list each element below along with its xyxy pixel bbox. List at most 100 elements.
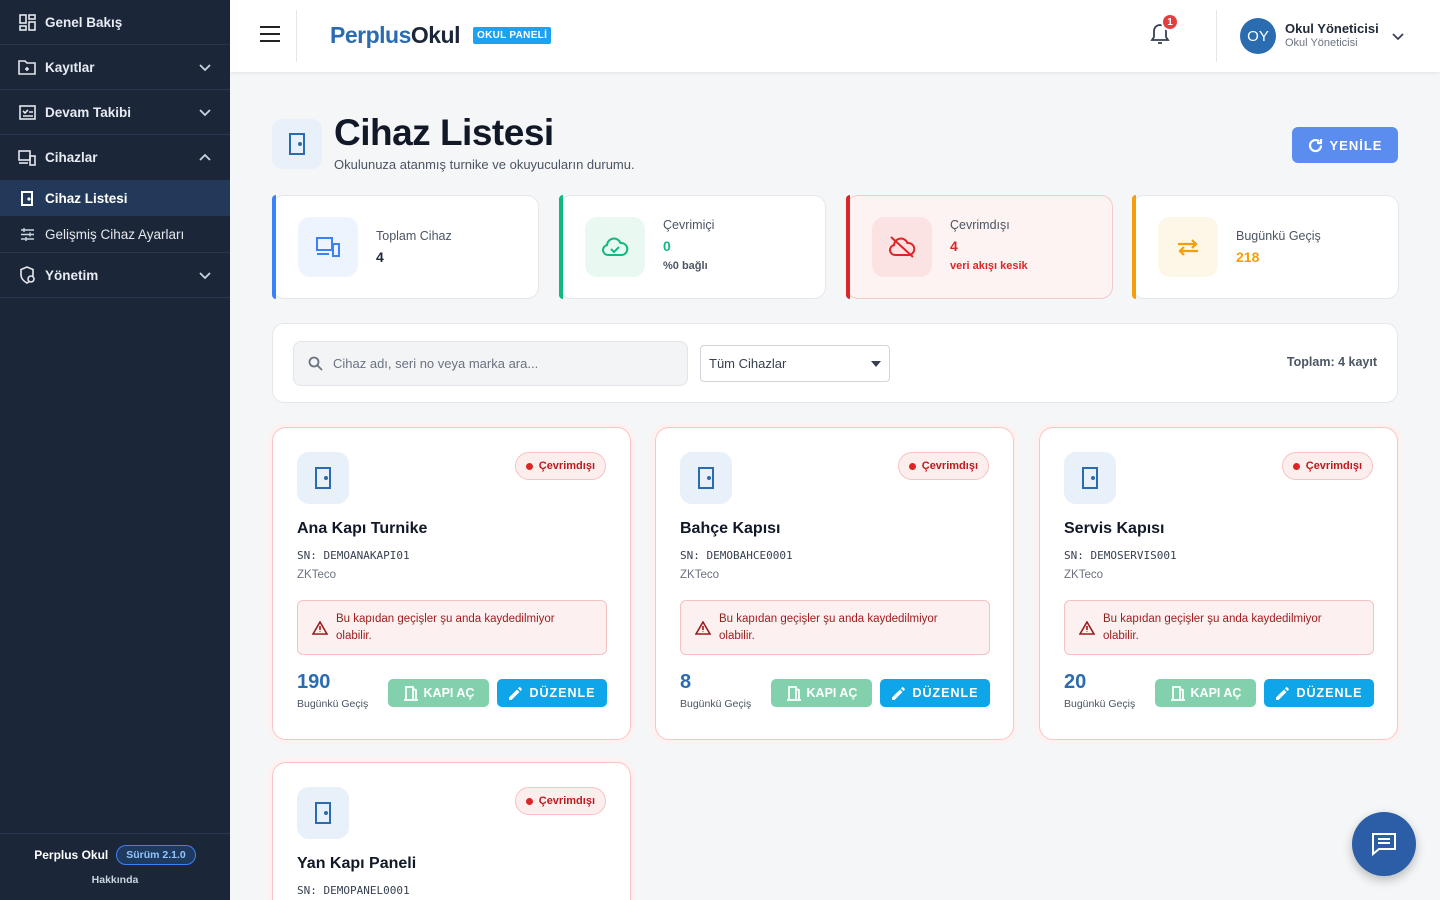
pencil-icon	[1276, 686, 1290, 700]
open-door-button[interactable]: KAPI AÇ	[771, 679, 872, 707]
stat-value: 4	[950, 238, 958, 254]
caret-down-icon	[871, 360, 881, 367]
door-open-icon	[786, 685, 801, 701]
device-brand: ZKTeco	[1064, 569, 1103, 581]
admin-icon	[18, 266, 36, 284]
sidebar-item-kayitlar[interactable]: Kayıtlar	[0, 45, 230, 90]
stat-cevrimdisi: Çevrimdışı 4 veri akışı kesik	[846, 195, 1113, 299]
stat-note: %0 bağlı	[663, 260, 708, 272]
select-value: Tüm Cihazlar	[709, 356, 787, 371]
door-icon	[297, 452, 349, 504]
chevron-down-icon	[1392, 33, 1404, 41]
cloud-off-icon	[872, 217, 932, 277]
cihazlar-submenu: Cihaz Listesi Gelişmiş Cihaz Ayarları	[0, 180, 230, 253]
divider	[1216, 10, 1217, 62]
offline-warning: Bu kapıdan geçişler şu anda kaydedilmiyo…	[1064, 600, 1374, 655]
sidebar-item-cihazlar[interactable]: Cihazlar	[0, 135, 230, 180]
device-name: Bahçe Kapısı	[680, 520, 781, 537]
stat-bugunku-gecis: Bugünkü Geçiş 218	[1132, 195, 1399, 299]
stat-label: Çevrimdışı	[950, 218, 1010, 232]
stat-label: Çevrimiçi	[663, 218, 715, 232]
pencil-icon	[892, 686, 906, 700]
chevron-down-icon	[198, 268, 212, 282]
status-badge: Çevrimdışı	[897, 452, 989, 480]
app-name: Perplus Okul	[34, 848, 109, 862]
user-role: Okul Yöneticisi	[1285, 37, 1358, 50]
door-open-icon	[403, 685, 418, 701]
device-brand: ZKTeco	[297, 569, 336, 581]
refresh-button[interactable]: YENİLE	[1292, 127, 1398, 163]
menu-toggle-button[interactable]	[260, 26, 280, 44]
edit-button[interactable]: DÜZENLE	[497, 679, 607, 707]
offline-warning: Bu kapıdan geçişler şu anda kaydedilmiyo…	[297, 600, 607, 655]
stat-value: 0	[663, 238, 671, 254]
notification-count: 1	[1161, 13, 1179, 31]
today-pass-count: 190	[297, 671, 331, 693]
device-serial: SN: DEMOPANEL0001	[297, 884, 410, 897]
folder-icon	[18, 58, 36, 76]
status-badge: Çevrimdışı	[514, 787, 606, 815]
sidebar-item-label: Cihazlar	[45, 150, 98, 165]
door-icon	[18, 189, 36, 207]
today-pass-label: Bugünkü Geçiş	[680, 698, 752, 710]
devices-icon	[298, 217, 358, 277]
door-icon	[680, 452, 732, 504]
user-menu[interactable]: OY Okul Yöneticisi Okul Yöneticisi	[1240, 18, 1405, 54]
edit-button[interactable]: DÜZENLE	[1264, 679, 1374, 707]
sidebar: Genel Bakış Kayıtlar Devam Takibi Cihazl…	[0, 0, 230, 900]
door-open-icon	[1170, 685, 1185, 701]
sidebar-item-yonetim[interactable]: Yönetim	[0, 253, 230, 298]
sidebar-item-label: Devam Takibi	[45, 104, 132, 120]
logo[interactable]: PerplusOkul	[330, 22, 461, 49]
stat-toplam-cihaz: Toplam Cihaz 4	[272, 195, 539, 299]
filter-bar: Tüm Cihazlar Toplam: 4 kayıt	[272, 323, 1398, 403]
stat-value: 218	[1236, 249, 1260, 265]
chevron-up-icon	[198, 151, 212, 165]
sidebar-subitem-cihaz-listesi[interactable]: Cihaz Listesi	[0, 180, 230, 216]
today-pass-count: 20	[1064, 671, 1087, 693]
sidebar-item-label: Yönetim	[45, 267, 99, 283]
sidebar-subitem-gelismis-ayarlar[interactable]: Gelişmiş Cihaz Ayarları	[0, 216, 230, 252]
today-pass-label: Bugünkü Geçiş	[297, 698, 369, 710]
about-link[interactable]: Hakkında	[0, 874, 230, 886]
status-badge: Çevrimdışı	[514, 452, 606, 480]
cloud-check-icon	[585, 217, 645, 277]
search-box	[293, 341, 688, 386]
sidebar-item-label: Genel Bakış	[45, 14, 123, 30]
chevron-down-icon	[198, 105, 212, 119]
device-card: Çevrimdışı Bahçe Kapısı SN: DEMOBAHCE000…	[655, 427, 1014, 740]
device-serial: SN: DEMOBAHCE0001	[680, 549, 793, 562]
sidebar-item-label: Kayıtlar	[45, 59, 95, 75]
device-serial: SN: DEMOANAKAPI01	[297, 549, 410, 562]
sidebar-item-genel-bakis[interactable]: Genel Bakış	[0, 0, 230, 45]
panel-badge: OKUL PANELİ	[473, 27, 552, 44]
device-name: Servis Kapısı	[1064, 520, 1165, 537]
chat-button[interactable]	[1352, 812, 1416, 876]
warning-icon	[1079, 620, 1095, 635]
refresh-icon	[1308, 138, 1322, 152]
top-header: PerplusOkul OKUL PANELİ 1 OY Okul Yöneti…	[230, 0, 1440, 72]
search-input[interactable]	[333, 356, 663, 371]
chevron-down-icon	[198, 60, 212, 74]
dashboard-icon	[18, 13, 36, 31]
stat-cevrimici: Çevrimiçi 0 %0 bağlı	[559, 195, 826, 299]
page-subtitle: Okulunuza atanmış turnike ve okuyucuları…	[334, 157, 635, 172]
stat-label: Toplam Cihaz	[376, 229, 452, 243]
attendance-icon	[18, 103, 36, 121]
search-icon	[308, 356, 323, 371]
today-pass-label: Bugünkü Geçiş	[1064, 698, 1136, 710]
device-brand: ZKTeco	[680, 569, 719, 581]
device-filter-select[interactable]: Tüm Cihazlar	[700, 345, 890, 382]
total-count: Toplam: 4 kayıt	[1286, 355, 1377, 369]
stat-value: 4	[376, 249, 384, 265]
pencil-icon	[509, 686, 523, 700]
avatar: OY	[1240, 18, 1276, 54]
page-door-icon	[272, 119, 322, 169]
today-pass-count: 8	[680, 671, 692, 693]
open-door-button[interactable]: KAPI AÇ	[388, 679, 489, 707]
edit-button[interactable]: DÜZENLE	[880, 679, 990, 707]
swap-arrows-icon	[1158, 217, 1218, 277]
status-badge: Çevrimdışı	[1281, 452, 1373, 480]
open-door-button[interactable]: KAPI AÇ	[1155, 679, 1256, 707]
sidebar-item-devam-takibi[interactable]: Devam Takibi	[0, 90, 230, 135]
